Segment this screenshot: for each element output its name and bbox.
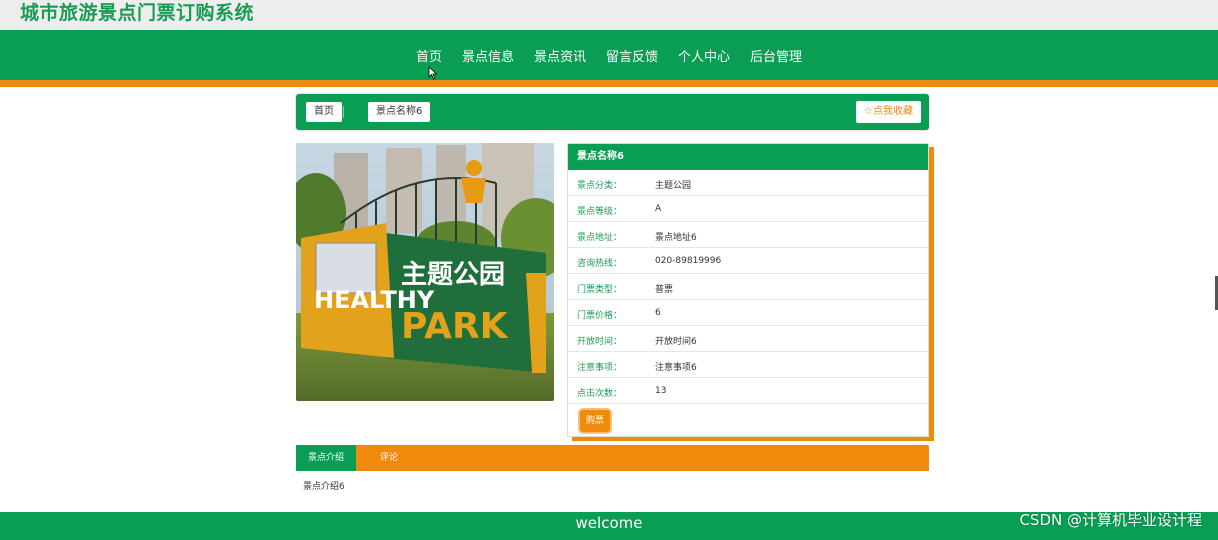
detail-label: 开放时间： xyxy=(577,337,623,347)
tab-bar: 景点介绍 评论 xyxy=(296,445,929,471)
nav-item-feedback[interactable]: 留言反馈 xyxy=(606,46,658,65)
tab-introduction[interactable]: 景点介绍 xyxy=(296,445,356,471)
breadcrumb-current[interactable]: 景点名称6 xyxy=(368,102,431,122)
detail-value: 景点地址6 xyxy=(655,233,697,243)
detail-value: 020-89819996 xyxy=(655,256,722,266)
detail-value: 13 xyxy=(655,386,667,396)
detail-row-address: 景点地址： 景点地址6 xyxy=(568,222,928,248)
favorite-button[interactable]: ☆点我收藏 xyxy=(856,101,921,123)
detail-label: 点击次数： xyxy=(577,389,623,399)
detail-label: 景点分类： xyxy=(577,181,623,191)
detail-label: 注意事项： xyxy=(577,363,623,373)
nav-list: 首页 景点信息 景点资讯 留言反馈 个人中心 后台管理 xyxy=(0,30,1218,80)
detail-row-hotline: 咨询热线： 020-89819996 xyxy=(568,248,928,274)
nav-item-news[interactable]: 景点资讯 xyxy=(534,46,586,65)
detail-row-level: 景点等级： A xyxy=(568,196,928,222)
favorite-label: 点我收藏 xyxy=(873,106,913,117)
mouse-cursor-icon xyxy=(428,66,438,80)
detail-value: 注意事项6 xyxy=(655,363,697,373)
detail-row-price: 门票价格： 6 xyxy=(568,300,928,326)
top-header: 城市旅游景点门票订购系统 xyxy=(0,0,1218,30)
detail-value: A xyxy=(655,204,662,214)
breadcrumb: 首页 景点名称6 ☆点我收藏 xyxy=(296,94,929,130)
detail-label: 门票类型： xyxy=(577,285,623,295)
main-navbar: 首页 景点信息 景点资讯 留言反馈 个人中心 后台管理 xyxy=(0,30,1218,80)
breadcrumb-home[interactable]: 首页 xyxy=(306,102,342,122)
buy-ticket-button[interactable]: 购票 xyxy=(580,410,610,432)
nav-item-attractions[interactable]: 景点信息 xyxy=(462,46,514,65)
detail-value: 主题公园 xyxy=(655,181,692,191)
nav-item-home[interactable]: 首页 xyxy=(416,46,442,65)
tab-comments[interactable]: 评论 xyxy=(374,445,404,471)
detail-row-notes: 注意事项： 注意事项6 xyxy=(568,352,928,378)
detail-panel: 景点名称6 景点分类： 主题公园 景点等级： A 景点地址： 景点地址6 咨询热… xyxy=(567,143,929,437)
detail-label: 景点等级： xyxy=(577,207,623,217)
detail-value: 6 xyxy=(655,308,661,318)
detail-label: 景点地址： xyxy=(577,233,623,243)
star-outline-icon: ☆ xyxy=(864,106,873,117)
nav-item-admin[interactable]: 后台管理 xyxy=(750,46,802,65)
nav-item-user-center[interactable]: 个人中心 xyxy=(678,46,730,65)
detail-title: 景点名称6 xyxy=(568,144,928,170)
detail-row-open-time: 开放时间： 开放时间6 xyxy=(568,326,928,352)
detail-label: 门票价格： xyxy=(577,311,623,321)
detail-value: 普票 xyxy=(655,285,674,295)
detail-value: 开放时间6 xyxy=(655,337,697,347)
watermark: CSDN @计算机毕业设计程 xyxy=(1019,511,1202,529)
breadcrumb-separator xyxy=(343,106,344,118)
attraction-photo: 主题公园 HEALTHY PARK xyxy=(296,143,554,401)
detail-row-ticket-type: 门票类型： 普票 xyxy=(568,274,928,300)
detail-row-clicks: 点击次数： 13 xyxy=(568,378,928,404)
theme-park-sign-image: 主题公园 HEALTHY PARK xyxy=(296,143,554,401)
detail-row-category: 景点分类： 主题公园 xyxy=(568,170,928,196)
detail-label: 咨询热线： xyxy=(577,259,623,269)
sign-text-right: PARK xyxy=(401,306,509,347)
nav-accent-stripe xyxy=(0,80,1218,87)
site-title: 城市旅游景点门票订购系统 xyxy=(20,2,255,24)
tab-content: 景点介绍6 xyxy=(303,482,345,492)
